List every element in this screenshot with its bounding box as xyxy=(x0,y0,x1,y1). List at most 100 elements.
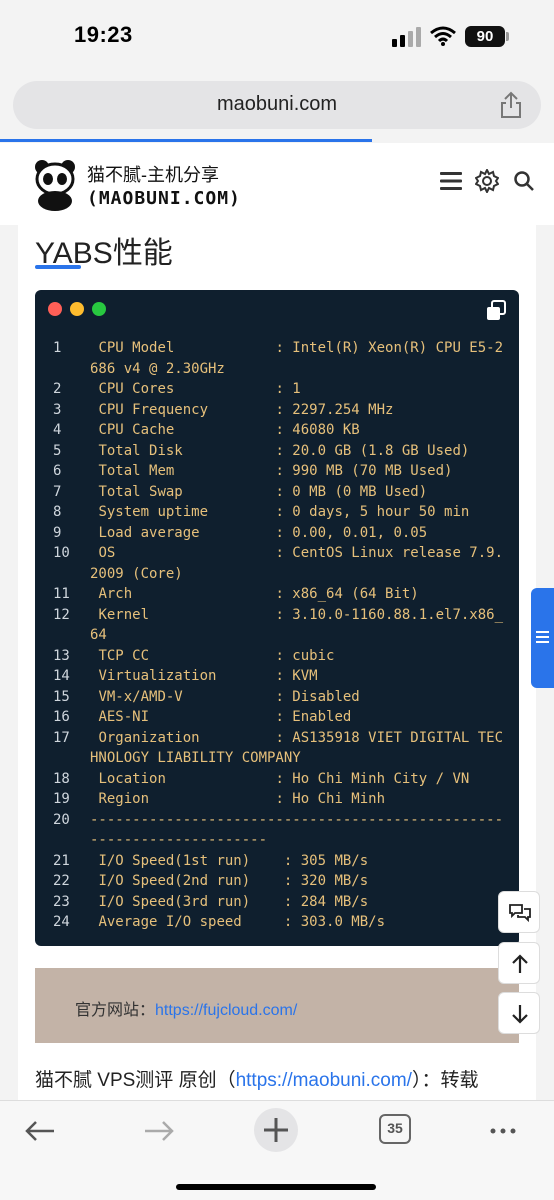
line-number: 19 xyxy=(53,791,70,807)
code-line: 20 --------------------------------------… xyxy=(35,810,519,851)
line-number: 2 xyxy=(53,381,62,397)
line-text: Load average : 0.00, 0.01, 0.05 xyxy=(90,524,428,541)
arrow-down-icon[interactable] xyxy=(508,1002,532,1026)
code-line: 7 Total Swap : 0 MB (0 MB Used) xyxy=(35,482,519,503)
scroll-top-button[interactable] xyxy=(498,942,540,984)
comments-button[interactable] xyxy=(498,891,540,933)
scroll-bottom-button[interactable] xyxy=(498,992,540,1034)
line-number: 8 xyxy=(53,504,62,520)
wifi-icon xyxy=(430,26,456,46)
address-bar[interactable]: maobuni.com xyxy=(13,81,541,129)
code-line: 9 Load average : 0.00, 0.01, 0.05 xyxy=(35,523,519,544)
line-text: AES-NI : Enabled xyxy=(90,709,352,725)
code-line: 6 Total Mem : 990 MB (70 MB Used) xyxy=(35,461,519,482)
attribution-link[interactable]: https://maobuni.com/ xyxy=(236,1070,412,1091)
line-text: OS : CentOS Linux release 7.9.2009 (Core… xyxy=(90,545,504,582)
line-text: Average I/O speed : 303.0 MB/s xyxy=(90,914,386,930)
code-line: 1 CPU Model : Intel(R) Xeon(R) CPU E5-26… xyxy=(35,338,519,379)
chat-icon[interactable] xyxy=(508,901,532,925)
line-number: 14 xyxy=(53,668,70,684)
line-number: 10 xyxy=(53,545,70,561)
line-text: Total Mem : 990 MB (70 MB Used) xyxy=(90,463,453,479)
copy-icon[interactable] xyxy=(485,300,507,322)
home-indicator xyxy=(176,1184,376,1190)
line-text: I/O Speed(2nd run) : 320 MB/s xyxy=(90,873,369,889)
site-header: 猫不腻-主机分享 (MAOBUNI.COM) xyxy=(0,143,554,225)
line-text: Region : Ho Chi Minh xyxy=(90,791,386,807)
green-dot-icon xyxy=(92,302,106,316)
official-site-line: 官方网站：https://fujcloud.com/ xyxy=(75,996,297,1020)
line-text: Arch : x86_64 (64 Bit) xyxy=(90,586,419,602)
line-text: System uptime : 0 days, 5 hour 50 min xyxy=(90,504,470,520)
line-text: Location : Ho Chi Minh City / VN xyxy=(90,770,470,787)
line-text: Total Disk : 20.0 GB (1.8 GB Used) xyxy=(90,442,470,459)
line-number: 1 xyxy=(53,340,62,356)
line-text: TCP CC : cubic xyxy=(90,647,335,664)
back-arrow-icon[interactable] xyxy=(22,1113,58,1149)
code-line: 22 I/O Speed(2nd run) : 320 MB/s xyxy=(35,871,519,892)
line-number: 24 xyxy=(53,914,70,930)
line-number: 3 xyxy=(53,401,62,418)
line-number: 18 xyxy=(53,770,70,787)
line-number: 22 xyxy=(53,873,70,889)
line-number: 20 xyxy=(53,811,70,828)
code-line: 11 Arch : x86_64 (64 Bit) xyxy=(35,584,519,605)
line-number: 9 xyxy=(53,524,62,541)
line-number: 4 xyxy=(53,422,62,438)
code-line: 8 System uptime : 0 days, 5 hour 50 min xyxy=(35,502,519,523)
more-options-icon[interactable] xyxy=(486,1113,522,1149)
line-number: 21 xyxy=(53,852,70,869)
code-line: 4 CPU Cache : 46080 KB xyxy=(35,420,519,441)
search-icon[interactable] xyxy=(512,169,536,193)
line-text: Organization : AS135918 VIET DIGITAL TEC… xyxy=(90,729,504,767)
code-line: 10 OS : CentOS Linux release 7.9.2009 (C… xyxy=(35,543,519,584)
official-site-link[interactable]: https://fujcloud.com/ xyxy=(155,1002,297,1019)
attribution-paragraph: 猫不腻 VPS测评 原创（https://maobuni.com/）：转载 xyxy=(35,1065,525,1092)
line-text: CPU Model : Intel(R) Xeon(R) CPU E5-2686… xyxy=(90,340,504,377)
line-number: 11 xyxy=(53,586,70,602)
code-line: 16 AES-NI : Enabled xyxy=(35,707,519,728)
cellular-signal-icon xyxy=(392,27,421,47)
menu-icon[interactable] xyxy=(439,169,463,193)
status-bar: 19:23 90 xyxy=(0,0,554,74)
code-line: 19 Region : Ho Chi Minh xyxy=(35,789,519,810)
arrow-up-icon[interactable] xyxy=(508,952,532,976)
code-lines: 1 CPU Model : Intel(R) Xeon(R) CPU E5-26… xyxy=(35,338,519,933)
line-text: Total Swap : 0 MB (0 MB Used) xyxy=(90,483,428,500)
status-time: 19:23 xyxy=(74,22,133,47)
code-line: 17 Organization : AS135918 VIET DIGITAL … xyxy=(35,728,519,769)
tab-switcher-button[interactable]: 35 xyxy=(379,1114,411,1144)
new-tab-icon[interactable] xyxy=(253,1107,299,1153)
panda-logo-icon[interactable] xyxy=(32,159,78,211)
code-line: 23 I/O Speed(3rd run) : 284 MB/s xyxy=(35,892,519,913)
toc-list-icon[interactable] xyxy=(536,630,549,644)
line-text: I/O Speed(3rd run) : 284 MB/s xyxy=(90,893,369,910)
code-line: 18 Location : Ho Chi Minh City / VN xyxy=(35,769,519,790)
code-block: 1 CPU Model : Intel(R) Xeon(R) CPU E5-26… xyxy=(35,290,519,946)
code-line: 21 I/O Speed(1st run) : 305 MB/s xyxy=(35,851,519,872)
heading-underline xyxy=(35,265,81,269)
code-line: 15 VM-x/AMD-V : Disabled xyxy=(35,687,519,708)
side-toc-tab[interactable] xyxy=(531,588,554,688)
url-text[interactable]: maobuni.com xyxy=(13,93,541,116)
code-line: 13 TCP CC : cubic xyxy=(35,646,519,667)
line-number: 15 xyxy=(53,688,70,705)
page-load-progress xyxy=(0,139,372,142)
battery-tip xyxy=(506,32,509,41)
line-text: ----------------------------------------… xyxy=(90,811,504,849)
code-line: 3 CPU Frequency : 2297.254 MHz xyxy=(35,400,519,421)
gear-icon[interactable] xyxy=(475,169,499,193)
line-number: 13 xyxy=(53,647,70,664)
forward-arrow-icon[interactable] xyxy=(141,1113,177,1149)
share-icon[interactable] xyxy=(499,91,523,119)
code-line: 5 Total Disk : 20.0 GB (1.8 GB Used) xyxy=(35,441,519,462)
line-number: 17 xyxy=(53,729,70,746)
line-text: VM-x/AMD-V : Disabled xyxy=(90,688,360,705)
site-subtitle[interactable]: (MAOBUNI.COM) xyxy=(87,188,241,209)
line-text: Virtualization : KVM xyxy=(90,668,318,684)
code-line: 14 Virtualization : KVM xyxy=(35,666,519,687)
code-line: 2 CPU Cores : 1 xyxy=(35,379,519,400)
line-number: 23 xyxy=(53,893,70,910)
site-title[interactable]: 猫不腻-主机分享 xyxy=(87,161,219,187)
code-line: 12 Kernel : 3.10.0-1160.88.1.el7.x86_64 xyxy=(35,605,519,646)
